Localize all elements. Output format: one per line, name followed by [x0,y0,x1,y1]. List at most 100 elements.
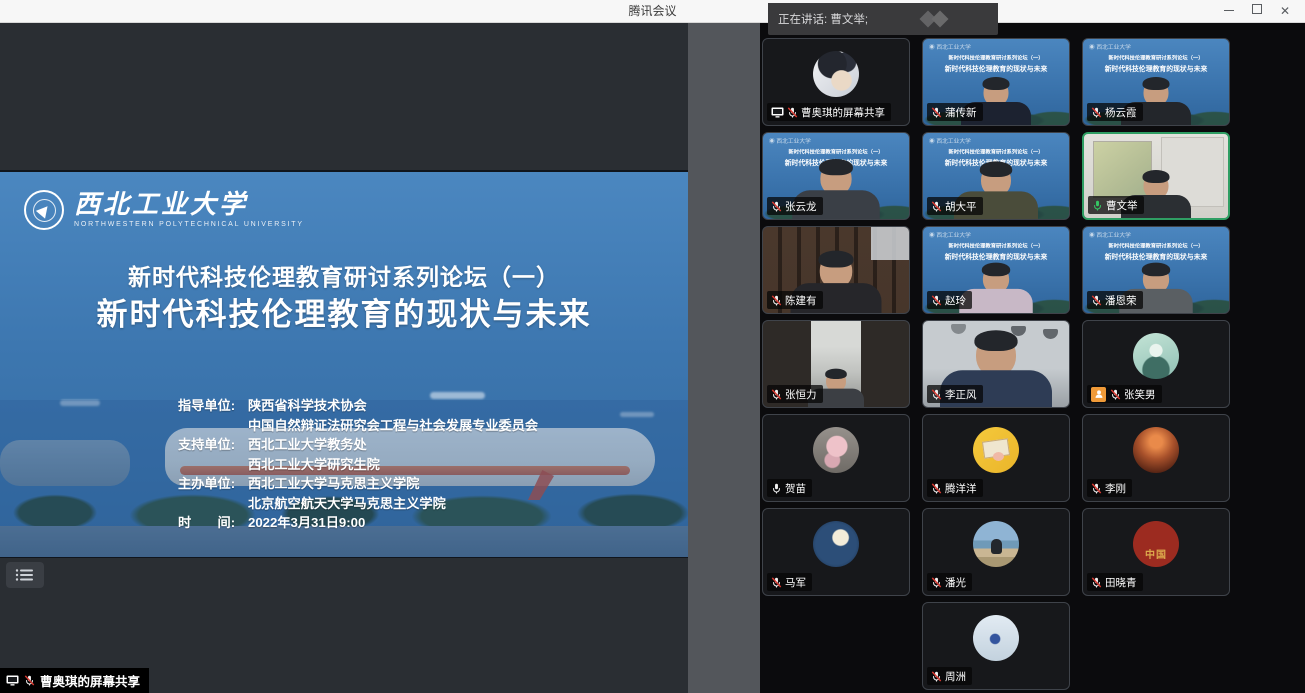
participant-name: 潘恩荣 [1105,293,1137,308]
muted-mic-icon [24,675,35,686]
participant-tile[interactable]: 贺苗 [762,414,910,502]
participant-name-tag: 张笑男 [1087,385,1162,403]
participant-name: 张笑男 [1124,387,1156,402]
meeting-logo-icon [920,10,954,28]
participant-name-tag: 胡大平 [927,197,983,215]
participant-tile[interactable]: 张笑男 [1082,320,1230,408]
muted-mic-icon [931,107,942,118]
participant-name: 李刚 [1105,481,1126,496]
participant-avatar [973,427,1019,473]
participant-name: 李正风 [945,387,977,402]
muted-mic-icon [1110,389,1121,400]
participant-tile[interactable]: 马军 [762,508,910,596]
participant-name: 曹文举 [1106,198,1138,213]
university-emblem-icon [24,190,64,230]
participant-name: 赵玲 [945,293,966,308]
mini-slide-title: 新时代科技伦理教育的现状与未来 [1103,251,1208,261]
mini-slide-title: 新时代科技伦理教育的现状与未来 [1103,63,1208,73]
participant-name: 马军 [785,575,806,590]
participant-name: 张云龙 [785,199,817,214]
speaking-indicator: 正在讲话: 曹文举; [768,3,998,35]
participant-tile[interactable]: 李正风 [922,320,1070,408]
university-logo: 西北工业大学 NORTHWESTERN POLYTECHNICAL UNIVER… [24,190,304,230]
screen-share-banner-label: 曹奥琪的屏幕共享 [40,671,140,690]
participant-name-tag: 张云龙 [767,197,823,215]
participant-name: 胡大平 [945,199,977,214]
meeting-window: 腾讯会议 ✕ 正在讲话: 曹文举; 西北工业大学 NORTHWESTERN PO… [0,0,1305,693]
speaking-indicator-text: 正在讲话: 曹文举; [778,11,868,27]
participant-name: 腾洋洋 [945,481,977,496]
mini-slide-logo: ◉ 西北工业大学 [1089,231,1131,239]
participant-name: 张恒力 [785,387,817,402]
avatar-text: 中国 [1145,546,1167,561]
mini-slide-logo: ◉ 西北工业大学 [929,231,971,239]
slide-main-title: 新时代科技伦理教育的现状与未来 [0,289,688,334]
participant-avatar [973,615,1019,661]
participant-tile[interactable]: 陈建有 [762,226,910,314]
maximize-button[interactable] [1243,0,1271,22]
participant-name-tag: 张恒力 [767,385,823,403]
participant-tile[interactable]: ◉ 西北工业大学新时代科技伦理教育研讨系列论坛（一）新时代科技伦理教育的现状与未… [762,132,910,220]
person-badge-icon [1091,387,1106,402]
mini-slide-subtitle: 新时代科技伦理教育研讨系列论坛（一） [948,148,1044,155]
participant-tile[interactable]: 腾洋洋 [922,414,1070,502]
participant-name: 曹奥琪的屏幕共享 [801,105,885,120]
participant-avatar: 中国 [1133,521,1179,567]
presentation-slide: 西北工业大学 NORTHWESTERN POLYTECHNICAL UNIVER… [0,170,688,558]
participant-tile[interactable]: 中国 田晓青 [1082,508,1230,596]
mini-slide-subtitle: 新时代科技伦理教育研讨系列论坛（一） [948,242,1044,249]
participant-tile[interactable]: 曹文举 [1082,132,1230,220]
participant-name-tag: 杨云霞 [1087,103,1143,121]
muted-mic-icon [931,671,942,682]
participants-grid: 曹奥琪的屏幕共享◉ 西北工业大学新时代科技伦理教育研讨系列论坛（一）新时代科技伦… [762,38,1230,690]
list-toggle-button[interactable] [6,562,44,588]
participant-tile[interactable]: 李刚 [1082,414,1230,502]
close-button[interactable]: ✕ [1271,0,1299,22]
participants-panel: 曹奥琪的屏幕共享◉ 西北工业大学新时代科技伦理教育研讨系列论坛（一）新时代科技伦… [760,22,1305,693]
participant-name: 陈建有 [785,293,817,308]
participant-tile[interactable]: ◉ 西北工业大学新时代科技伦理教育研讨系列论坛（一）新时代科技伦理教育的现状与未… [922,38,1070,126]
list-icon [15,568,35,582]
participant-name: 贺苗 [785,481,806,496]
participant-name-tag: 周洲 [927,667,972,685]
participant-avatar [973,521,1019,567]
muted-mic-icon [1091,483,1102,494]
participant-name-tag: 潘光 [927,573,972,591]
mini-slide-title: 新时代科技伦理教育的现状与未来 [943,251,1048,261]
minimize-button[interactable] [1215,0,1243,22]
speaking-mic-icon [1092,200,1103,211]
slide-info-line: 指导单位:陕西省科学技术协会 [178,396,538,416]
muted-mic-icon [931,201,942,212]
participant-tile[interactable]: ◉ 西北工业大学新时代科技伦理教育研讨系列论坛（一）新时代科技伦理教育的现状与未… [922,132,1070,220]
participant-tile[interactable]: 潘光 [922,508,1070,596]
participant-name-tag: 腾洋洋 [927,479,983,497]
participant-tile[interactable]: 张恒力 [762,320,910,408]
slide-info-line: 中国自然辩证法研究会工程与社会发展专业委员会 [178,416,538,436]
shared-screen-area: 西北工业大学 NORTHWESTERN POLYTECHNICAL UNIVER… [0,22,688,693]
participant-name-tag: 曹文举 [1088,196,1144,214]
mini-slide-subtitle: 新时代科技伦理教育研讨系列论坛（一） [788,148,884,155]
participant-name-tag: 马军 [767,573,812,591]
participant-tile[interactable]: ◉ 西北工业大学新时代科技伦理教育研讨系列论坛（一） 新时代科技伦理教育的现状与未… [922,226,1070,314]
participant-tile[interactable]: 曹奥琪的屏幕共享 [762,38,910,126]
participant-tile[interactable]: ◉ 西北工业大学新时代科技伦理教育研讨系列论坛（一）新时代科技伦理教育的现状与未… [1082,38,1230,126]
mini-slide-logo: ◉ 西北工业大学 [929,43,971,51]
window-title: 腾讯会议 [628,0,676,22]
participant-name-tag: 蒲传新 [927,103,983,121]
participant-name-tag: 曹奥琪的屏幕共享 [767,103,891,121]
participant-avatar [1133,427,1179,473]
participant-tile[interactable]: ◉ 西北工业大学新时代科技伦理教育研讨系列论坛（一） 新时代科技伦理教育的现状与未… [1082,226,1230,314]
mini-slide-subtitle: 新时代科技伦理教育研讨系列论坛（一） [1108,54,1204,61]
screen-share-icon [771,107,784,118]
mini-slide-subtitle: 新时代科技伦理教育研讨系列论坛（一） [948,54,1044,61]
mini-slide-subtitle: 新时代科技伦理教育研讨系列论坛（一） [1108,242,1204,249]
muted-mic-icon [771,201,782,212]
screen-share-banner: 曹奥琪的屏幕共享 [0,668,149,693]
muted-mic-icon [771,295,782,306]
slide-info-line: 北京航空航天大学马克思主义学院 [178,494,538,514]
participant-tile[interactable]: 周洲 [922,602,1070,690]
participant-avatar [813,427,859,473]
muted-mic-icon [1091,577,1102,588]
window-titlebar: 腾讯会议 ✕ [0,0,1305,23]
muted-mic-icon [1091,295,1102,306]
